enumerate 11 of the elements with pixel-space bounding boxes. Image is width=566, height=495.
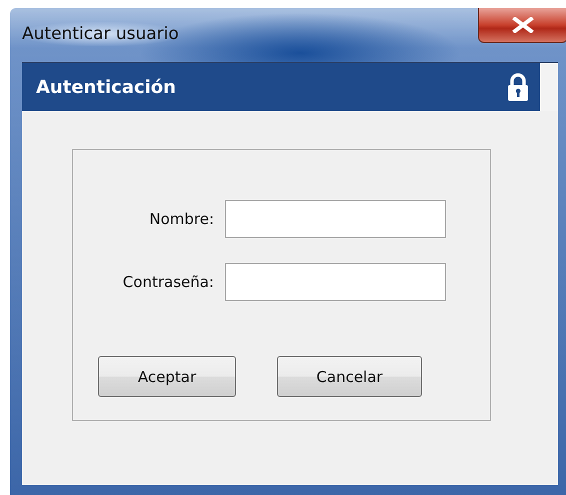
input-field[interactable] [225,200,446,238]
close-button[interactable] [478,8,566,43]
field-label: Nombre: [148,210,214,228]
cancel-button[interactable]: Cancelar [277,356,422,397]
password-field[interactable] [225,263,446,301]
lock-icon [508,73,528,101]
window-title: Autenticar usuario [22,22,179,46]
accept-button[interactable]: Aceptar [98,356,236,397]
field-label: Contraseña: [122,273,214,291]
close-icon [512,17,534,33]
header-title: Autenticación [36,76,176,98]
